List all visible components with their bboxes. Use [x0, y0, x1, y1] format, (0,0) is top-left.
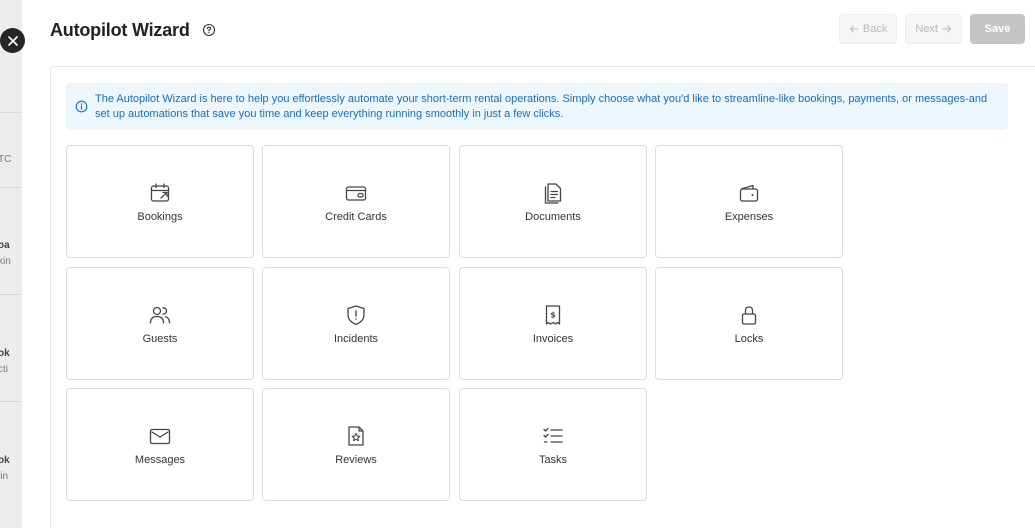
tile-credit-cards[interactable]: Credit Cards [262, 145, 450, 258]
info-banner: The Autopilot Wizard is here to help you… [66, 83, 1008, 130]
tile-messages[interactable]: Messages [66, 388, 254, 501]
documents-icon [541, 181, 565, 205]
tile-reviews[interactable]: Reviews [262, 388, 450, 501]
tile-incidents[interactable]: Incidents [262, 267, 450, 380]
background-text: ok [0, 455, 10, 466]
tile-guests[interactable]: Guests [66, 267, 254, 380]
wizard-actions: Back Next Save [838, 14, 1025, 44]
background-text: ok [0, 348, 10, 359]
tile-locks[interactable]: Locks [655, 267, 843, 380]
tile-tasks[interactable]: Tasks [459, 388, 647, 501]
divider [0, 294, 22, 295]
back-button-label: Back [862, 23, 888, 35]
divider [0, 187, 22, 188]
tile-label: Credit Cards [325, 210, 387, 223]
wizard-panel: The Autopilot Wizard is here to help you… [50, 66, 1035, 528]
arrow-left-icon [849, 25, 859, 33]
background-text: lin [0, 471, 9, 482]
background-text: oa [0, 240, 10, 251]
svg-text:$: $ [550, 310, 556, 319]
tile-label: Messages [134, 453, 186, 466]
tile-label: Locks [734, 332, 764, 345]
back-button[interactable]: Back [838, 14, 898, 44]
wizard-header: Autopilot Wizard Back Next Save [50, 14, 1025, 46]
close-button[interactable] [0, 28, 25, 53]
background-text: kin [0, 256, 11, 267]
lock-icon [737, 303, 761, 327]
help-icon[interactable] [202, 23, 216, 37]
tile-label: Expenses [724, 210, 774, 223]
tile-label: Bookings [137, 210, 183, 223]
tile-invoices[interactable]: $ Invoices [459, 267, 647, 380]
tile-label: Guests [142, 332, 178, 345]
background-text: cti [0, 364, 8, 375]
info-icon [75, 100, 88, 113]
divider [0, 401, 22, 402]
tile-label: Documents [525, 210, 581, 223]
mail-icon [148, 424, 172, 448]
next-button-label: Next [915, 23, 938, 35]
tile-label: Invoices [532, 332, 574, 345]
info-text: The Autopilot Wizard is here to help you… [95, 93, 988, 120]
page-title: Autopilot Wizard [50, 19, 190, 40]
tile-bookings[interactable]: Bookings [66, 145, 254, 258]
close-icon [7, 35, 18, 46]
tile-expenses[interactable]: Expenses [655, 145, 843, 258]
next-button[interactable]: Next [905, 14, 962, 44]
list-checks-icon [541, 424, 565, 448]
tile-label: Incidents [333, 332, 379, 345]
calendar-arrow-icon [148, 181, 172, 205]
file-star-icon [344, 424, 368, 448]
divider [0, 112, 22, 113]
save-button-label: Save [984, 23, 1011, 35]
tile-label: Reviews [335, 453, 377, 466]
background-text: TC [0, 154, 12, 165]
save-button[interactable]: Save [970, 14, 1025, 44]
arrow-right-icon [942, 25, 952, 33]
credit-card-icon [344, 181, 368, 205]
wallet-icon [737, 181, 761, 205]
receipt-icon: $ [541, 303, 565, 327]
shield-alert-icon [344, 303, 368, 327]
tile-documents[interactable]: Documents [459, 145, 647, 258]
users-icon [148, 303, 172, 327]
background-page-strip: TC oa kin ok cti ok lin [0, 0, 22, 528]
tile-label: Tasks [538, 453, 568, 466]
